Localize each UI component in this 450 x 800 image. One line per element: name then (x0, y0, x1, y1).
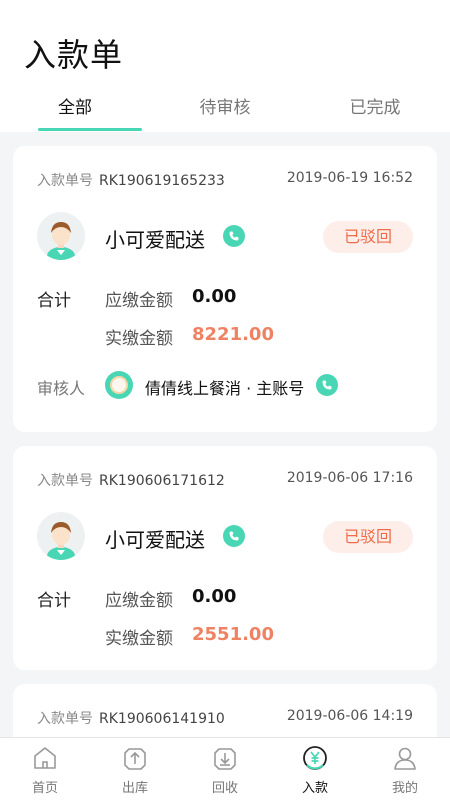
order-number-row: 入款单号 RK190606141910 2019-06-06 14:19 (37, 708, 413, 730)
tab-recycle[interactable]: 回收 (180, 738, 270, 800)
tab-bar-top: 全部 待审核 已完成 (0, 92, 450, 132)
order-time: 2019-06-06 17:16 (286, 470, 413, 486)
deposit-icon (300, 743, 330, 773)
tab-home-label: 首页 (31, 781, 58, 796)
tab-profile[interactable]: 我的 (360, 738, 450, 800)
reviewer-phone-icon[interactable] (316, 374, 338, 396)
profile-icon (390, 743, 420, 773)
order-number-row: 入款单号 RK190606171612 2019-06-06 17:16 (37, 470, 413, 492)
order-number-label: 入款单号 (37, 173, 93, 189)
amount-due-value: 0.00 (192, 586, 237, 607)
recycle-icon (210, 743, 240, 773)
tab-home[interactable]: 首页 (0, 738, 90, 800)
tab-outbound-label: 出库 (121, 781, 148, 796)
order-number-row: 入款单号 RK190619165233 2019-06-19 16:52 (37, 170, 413, 192)
avatar (37, 512, 85, 560)
order-card[interactable]: 入款单号 RK190606141910 2019-06-06 14:19 (13, 684, 437, 737)
customer-name: 小可爱配送 (105, 528, 205, 552)
order-list[interactable]: 入款单号 RK190619165233 2019-06-19 16:52 小可爱配… (0, 132, 450, 737)
tab-completed[interactable]: 已完成 (300, 92, 450, 132)
order-number-label: 入款单号 (37, 711, 93, 727)
order-number: RK190606171612 (99, 473, 225, 489)
bottom-tab-bar: 首页 出库 回收 入款 我的 (0, 737, 450, 800)
phone-icon[interactable] (223, 525, 245, 547)
tab-deposit-label: 入款 (301, 781, 328, 796)
tab-all[interactable]: 全部 (0, 92, 150, 132)
order-card[interactable]: 入款单号 RK190619165233 2019-06-19 16:52 小可爱配… (13, 146, 437, 432)
order-time: 2019-06-19 16:52 (286, 170, 413, 186)
order-number: RK190606141910 (99, 711, 225, 727)
order-card[interactable]: 入款单号 RK190606171612 2019-06-06 17:16 小可爱配… (13, 446, 437, 670)
order-number-label: 入款单号 (37, 473, 93, 489)
amount-due-value: 0.00 (192, 286, 237, 307)
status-badge: 已驳回 (323, 521, 413, 553)
page-title: 入款单 (24, 36, 124, 74)
tab-outbound[interactable]: 出库 (90, 738, 180, 800)
total-label: 合计 (37, 591, 71, 611)
amount-paid-value: 8221.00 (192, 324, 274, 345)
header: 入款单 全部 待审核 已完成 (0, 0, 450, 132)
outbound-icon (120, 743, 150, 773)
order-time: 2019-06-06 14:19 (286, 708, 413, 724)
amount-paid-label: 实缴金额 (105, 329, 173, 349)
amount-paid-label: 实缴金额 (105, 629, 173, 649)
amount-due-label: 应缴金额 (105, 291, 173, 311)
order-number: RK190619165233 (99, 173, 225, 189)
status-badge: 已驳回 (323, 221, 413, 253)
home-icon (30, 743, 60, 773)
tab-pending[interactable]: 待审核 (150, 92, 300, 132)
tab-recycle-label: 回收 (211, 781, 238, 796)
customer-name: 小可爱配送 (105, 228, 205, 252)
amount-paid-value: 2551.00 (192, 624, 274, 645)
phone-icon[interactable] (223, 225, 245, 247)
tab-profile-label: 我的 (391, 781, 418, 796)
reviewer-avatar (105, 371, 133, 399)
tab-deposit[interactable]: 入款 (270, 738, 360, 800)
avatar (37, 212, 85, 260)
amount-due-label: 应缴金额 (105, 591, 173, 611)
reviewer-label: 审核人 (37, 379, 86, 398)
reviewer-name: 倩倩线上餐消 · 主账号 (145, 379, 305, 398)
total-label: 合计 (37, 291, 71, 311)
